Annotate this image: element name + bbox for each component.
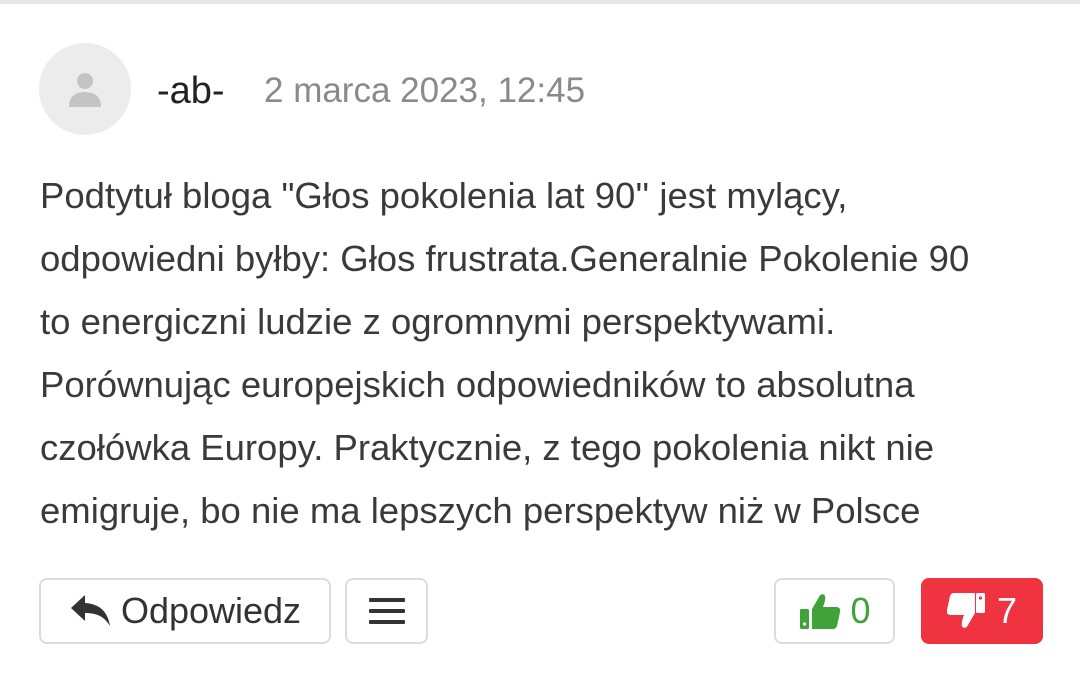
comment-author[interactable]: -ab-	[157, 68, 225, 114]
hamburger-menu-icon	[368, 598, 405, 624]
user-silhouette-icon	[69, 73, 101, 107]
avatar[interactable]	[39, 43, 131, 135]
comment-line: odpowiedni byłby: Głos frustrata.General…	[40, 238, 970, 279]
comment-body: Podtytuł bloga "Głos pokolenia lat 90'' …	[40, 164, 1050, 542]
top-divider	[0, 0, 1080, 4]
comment-line: to energiczni ludzie z ogromnymi perspek…	[40, 301, 836, 342]
downvote-count: 7	[996, 590, 1018, 631]
reply-button[interactable]: Odpowiedz	[39, 578, 331, 644]
upvote-button[interactable]: 0	[774, 578, 895, 644]
upvote-count: 0	[850, 590, 871, 631]
comment-line: emigruje, bo nie ma lepszych perspektyw …	[40, 490, 921, 531]
comment-menu-button[interactable]	[345, 578, 428, 644]
comment-line: Podtytuł bloga "Głos pokolenia lat 90'' …	[40, 175, 848, 216]
reply-button-label: Odpowiedz	[120, 590, 302, 631]
downvote-button[interactable]: 7	[921, 578, 1043, 644]
comment-timestamp: 2 marca 2023, 12:45	[264, 71, 586, 110]
comment-line: czołówka Europy. Praktycznie, z tego pok…	[40, 427, 935, 468]
reply-arrow-icon	[70, 595, 110, 626]
thumbs-up-icon	[800, 594, 841, 629]
comment-line: Porównując europejskich odpowiedników to…	[40, 364, 915, 405]
thumbs-down-icon	[946, 593, 985, 628]
